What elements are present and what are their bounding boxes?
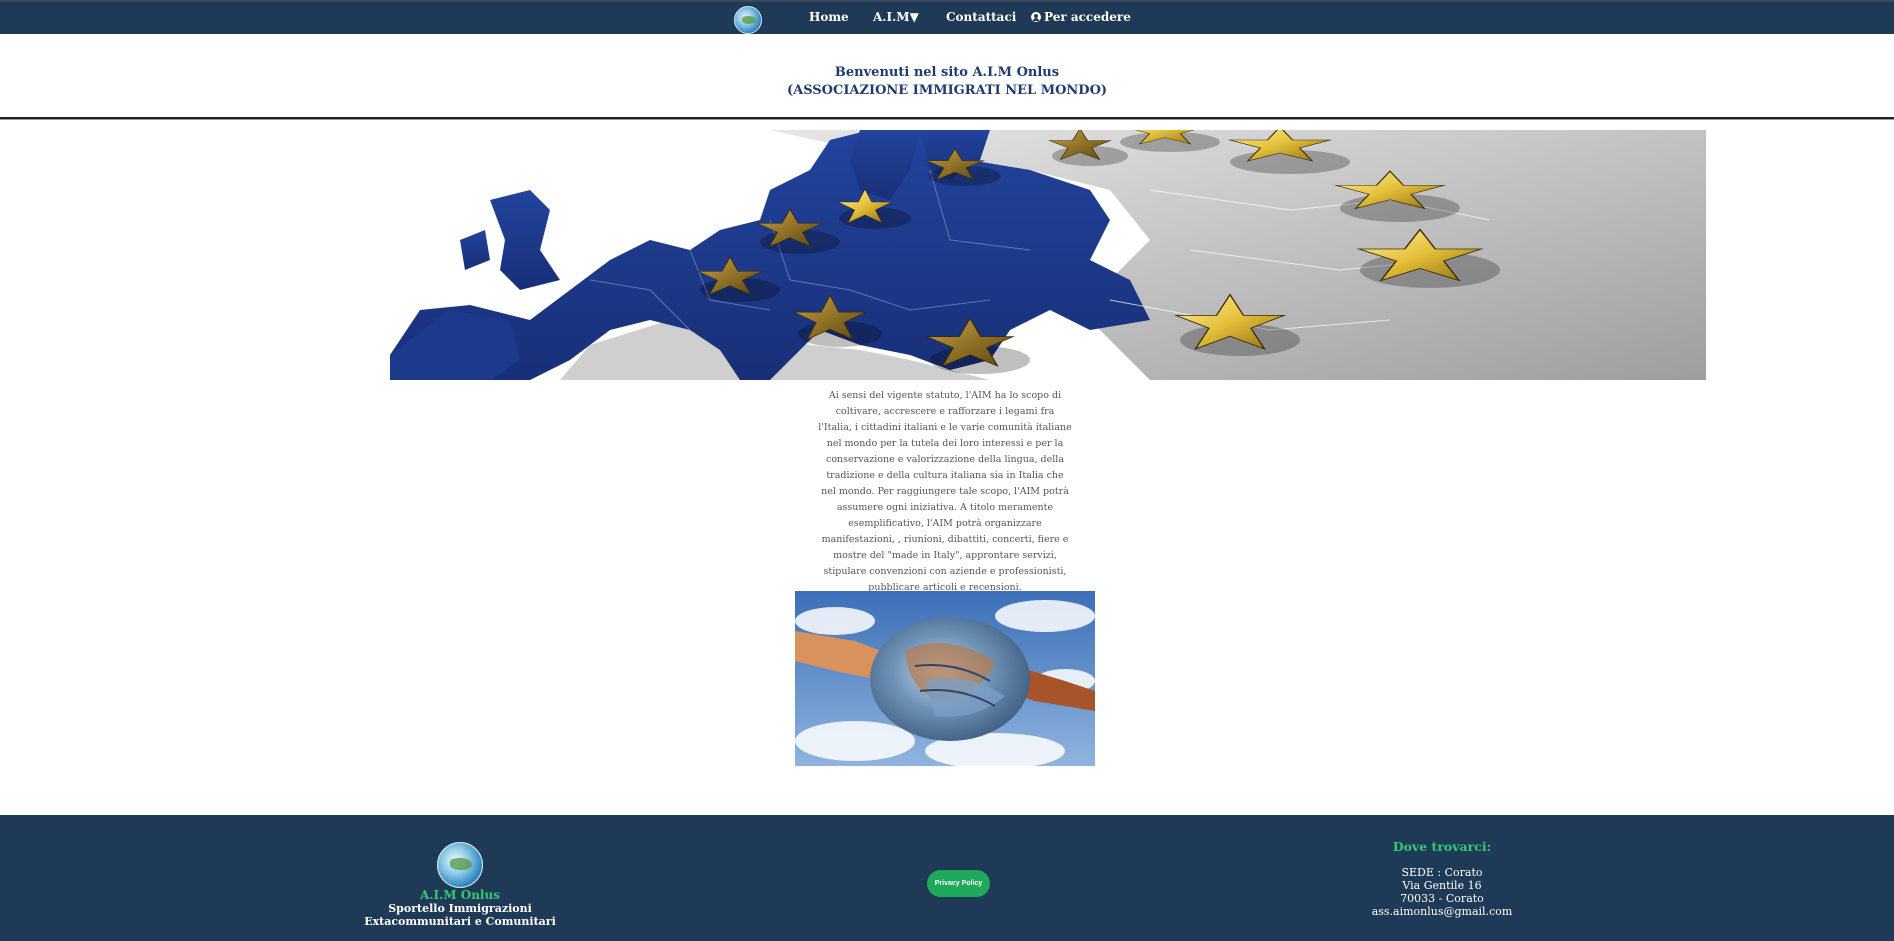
privacy-policy-button[interactable]: Privacy Policy [927, 870, 990, 897]
statute-paragraph: Ai sensi del vigente statuto, l'AIM ha l… [818, 390, 1072, 593]
user-circle-icon [1031, 12, 1041, 22]
footer: A.I.M Onlus Sportello Immigrazioni Extac… [0, 815, 1894, 941]
footer-sub-line-2: Extacommunitari e Comunitari [364, 915, 556, 928]
welcome-line-2: (ASSOCIAZIONE IMMIGRATI NEL MONDO) [786, 83, 1108, 98]
footer-sub-line-1: Sportello Immigrazioni [388, 902, 532, 915]
address-line-1: SEDE : Corato [1401, 866, 1483, 879]
footer-org-name: A.I.M Onlus [420, 888, 500, 902]
address-line-3: 70033 - Corato [1400, 892, 1484, 905]
welcome-header: Benvenuti nel sito A.I.M Onlus (ASSOCIAZ… [0, 64, 1894, 100]
address-block: SEDE : Corato Via Gentile 16 70033 - Cor… [1342, 866, 1542, 918]
hands-globe-image [795, 591, 1095, 766]
footer-globe-logo-icon [437, 842, 483, 888]
welcome-line-1: Benvenuti nel sito A.I.M Onlus [834, 65, 1060, 80]
globe-logo-icon[interactable] [734, 6, 762, 34]
contact-email[interactable]: ass.aimonlus@gmail.com [1342, 905, 1542, 918]
address-line-2: Via Gentile 16 [1402, 879, 1482, 892]
top-navbar: Home A.I.M▼ Contattaci Per accedere [0, 0, 1894, 34]
europe-map-banner [390, 130, 1706, 380]
nav-login-label: Per accedere [1044, 10, 1131, 24]
nav-contact-link[interactable]: Contattaci [946, 10, 1016, 24]
where-to-find-us-title: Dove trovarci: [1392, 839, 1492, 854]
header-divider-shadow [0, 119, 1894, 120]
footer-org-description: Sportello Immigrazioni Extacommunitari e… [300, 902, 620, 928]
nav-login-link[interactable]: Per accedere [1031, 10, 1131, 24]
nav-aim-dropdown[interactable]: A.I.M▼ [873, 10, 919, 24]
nav-home-link[interactable]: Home [809, 10, 849, 24]
